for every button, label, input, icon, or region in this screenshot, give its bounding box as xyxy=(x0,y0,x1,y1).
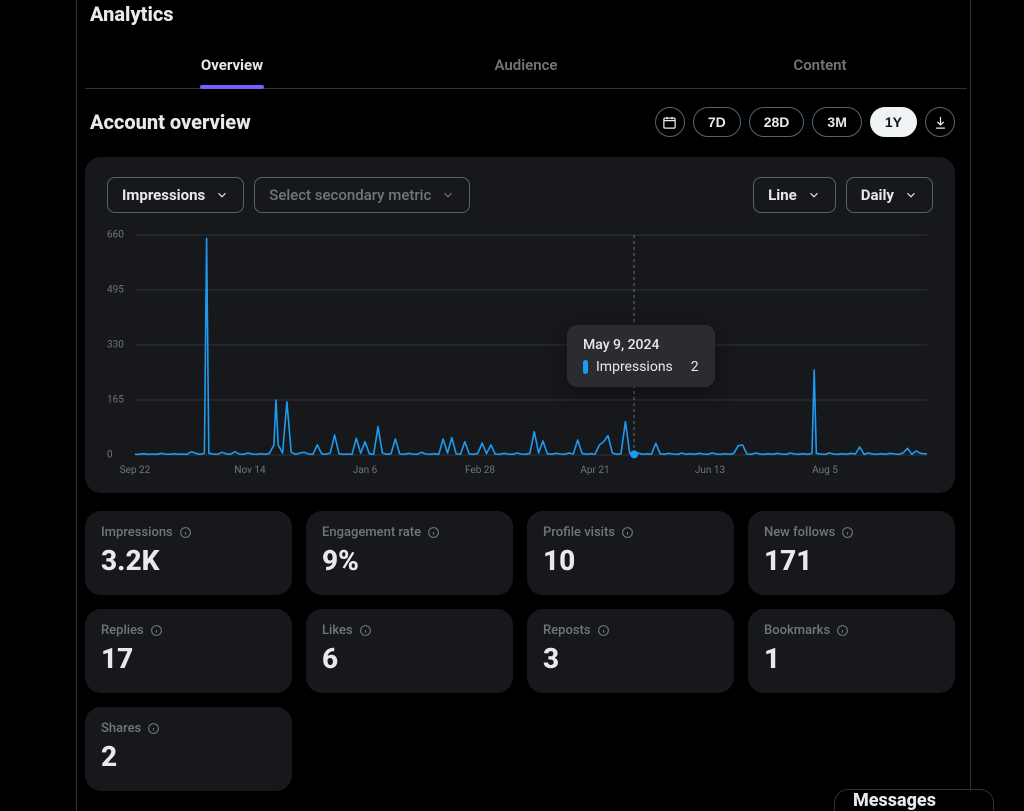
x-tick-label: Sep 22 xyxy=(120,465,151,476)
download-icon xyxy=(933,115,948,130)
secondary-metric-dropdown[interactable]: Select secondary metric xyxy=(254,177,470,213)
info-icon xyxy=(147,722,160,735)
calendar-icon xyxy=(662,115,677,130)
info-icon xyxy=(841,526,854,539)
chart-tooltip: May 9, 2024 Impressions 2 xyxy=(567,325,715,387)
download-button[interactable] xyxy=(925,107,955,137)
info-icon xyxy=(836,624,849,637)
chart-card: Impressions Select secondary metric Line… xyxy=(85,157,955,493)
stat-cards: Impressions 3.2K Engagement rate 9% Prof… xyxy=(85,511,955,791)
card-value: 17 xyxy=(101,642,276,675)
card-label: Bookmarks xyxy=(764,623,830,638)
tab-audience[interactable]: Audience xyxy=(379,46,673,88)
x-tick-label: Jun 13 xyxy=(695,465,725,476)
card-new-follows[interactable]: New follows 171 xyxy=(748,511,955,595)
tooltip-swatch xyxy=(583,360,588,374)
tab-overview[interactable]: Overview xyxy=(85,46,379,88)
info-icon xyxy=(150,624,163,637)
chart-type-dropdown[interactable]: Line xyxy=(753,177,836,213)
card-value: 3.2K xyxy=(101,544,276,577)
chevron-down-icon xyxy=(807,188,821,202)
x-tick-label: Apr 21 xyxy=(580,465,609,476)
chevron-down-icon xyxy=(904,188,918,202)
card-label: Shares xyxy=(101,721,141,736)
primary-metric-dropdown[interactable]: Impressions xyxy=(107,177,244,213)
card-value: 171 xyxy=(764,544,939,577)
range-7d[interactable]: 7D xyxy=(693,107,741,137)
y-tick-label: 165 xyxy=(107,395,124,406)
card-label: Profile visits xyxy=(543,525,615,540)
info-icon xyxy=(427,526,440,539)
card-value: 10 xyxy=(543,544,718,577)
tabs: Overview Audience Content xyxy=(85,46,967,89)
x-tick-label: Nov 14 xyxy=(234,465,265,476)
card-label: Likes xyxy=(322,623,353,638)
chart-type-label: Line xyxy=(768,186,797,204)
calendar-button[interactable] xyxy=(655,107,685,137)
info-icon xyxy=(359,624,372,637)
date-range-row: 7D 28D 3M 1Y xyxy=(655,107,955,137)
messages-label: Messages xyxy=(853,790,936,811)
primary-metric-label: Impressions xyxy=(122,186,205,204)
y-tick-label: 660 xyxy=(107,230,124,241)
chart-plot[interactable]: May 9, 2024 Impressions 2 0 165 330 495 660 S… xyxy=(107,225,933,483)
x-tick-label: Aug 5 xyxy=(812,465,838,476)
x-tick-label: Jan 6 xyxy=(353,465,378,476)
secondary-metric-placeholder: Select secondary metric xyxy=(269,186,431,204)
range-3m[interactable]: 3M xyxy=(812,107,861,137)
range-1y[interactable]: 1Y xyxy=(870,107,917,137)
card-value: 2 xyxy=(101,740,276,773)
card-shares[interactable]: Shares 2 xyxy=(85,707,292,791)
y-tick-label: 330 xyxy=(107,340,124,351)
chevron-down-icon xyxy=(215,188,229,202)
tooltip-date: May 9, 2024 xyxy=(583,337,699,353)
x-tick-label: Feb 28 xyxy=(465,465,495,476)
y-tick-label: 495 xyxy=(107,285,124,296)
info-icon xyxy=(179,526,192,539)
card-value: 3 xyxy=(543,642,718,675)
section-title: Account overview xyxy=(85,110,251,134)
card-impressions[interactable]: Impressions 3.2K xyxy=(85,511,292,595)
card-value: 9% xyxy=(322,544,497,577)
card-reposts[interactable]: Reposts 3 xyxy=(527,609,734,693)
card-engagement-rate[interactable]: Engagement rate 9% xyxy=(306,511,513,595)
card-label: Reposts xyxy=(543,623,591,638)
granularity-dropdown[interactable]: Daily xyxy=(846,177,933,213)
chevron-down-icon xyxy=(441,188,455,202)
card-value: 6 xyxy=(322,642,497,675)
granularity-label: Daily xyxy=(861,186,894,204)
messages-drawer[interactable]: Messages xyxy=(834,789,994,811)
range-28d[interactable]: 28D xyxy=(749,107,805,137)
card-likes[interactable]: Likes 6 xyxy=(306,609,513,693)
card-profile-visits[interactable]: Profile visits 10 xyxy=(527,511,734,595)
card-label: New follows xyxy=(764,525,835,540)
info-icon xyxy=(621,526,634,539)
card-label: Engagement rate xyxy=(322,525,421,540)
card-bookmarks[interactable]: Bookmarks 1 xyxy=(748,609,955,693)
y-tick-label: 0 xyxy=(107,450,113,461)
info-icon xyxy=(597,624,610,637)
card-label: Impressions xyxy=(101,525,173,540)
tooltip-value: 2 xyxy=(691,359,699,375)
page-title: Analytics xyxy=(85,0,984,26)
tab-content[interactable]: Content xyxy=(673,46,967,88)
tooltip-metric: Impressions xyxy=(596,359,673,375)
card-label: Replies xyxy=(101,623,144,638)
card-replies[interactable]: Replies 17 xyxy=(85,609,292,693)
card-value: 1 xyxy=(764,642,939,675)
